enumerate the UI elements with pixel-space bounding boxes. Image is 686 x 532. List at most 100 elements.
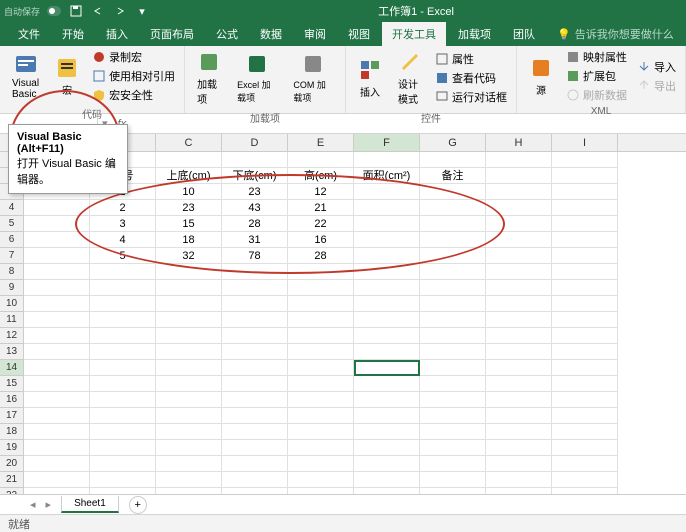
map-props-button[interactable]: 映射属性 <box>563 48 630 66</box>
cell-G6[interactable] <box>420 232 486 248</box>
view-code-button[interactable]: 查看代码 <box>432 69 510 87</box>
cell-I4[interactable] <box>552 200 618 216</box>
tab-data[interactable]: 数据 <box>250 22 292 46</box>
cell-H6[interactable] <box>486 232 552 248</box>
cell-H2[interactable] <box>486 168 552 184</box>
cell-I16[interactable] <box>552 392 618 408</box>
undo-icon[interactable] <box>90 3 106 19</box>
col-header-H[interactable]: H <box>486 134 552 151</box>
cell-A9[interactable] <box>24 280 90 296</box>
cell-D1[interactable] <box>222 152 288 168</box>
tab-insert[interactable]: 插入 <box>96 22 138 46</box>
cell-H10[interactable] <box>486 296 552 312</box>
cell-I9[interactable] <box>552 280 618 296</box>
cell-F15[interactable] <box>354 376 420 392</box>
cell-D13[interactable] <box>222 344 288 360</box>
cell-H4[interactable] <box>486 200 552 216</box>
cell-E3[interactable]: 12 <box>288 184 354 200</box>
cell-C6[interactable]: 18 <box>156 232 222 248</box>
tab-developer[interactable]: 开发工具 <box>382 22 446 46</box>
cell-F20[interactable] <box>354 456 420 472</box>
cell-A4[interactable] <box>24 200 90 216</box>
row-header[interactable]: 11 <box>0 312 24 328</box>
cell-E5[interactable]: 22 <box>288 216 354 232</box>
cell-G11[interactable] <box>420 312 486 328</box>
cell-A21[interactable] <box>24 472 90 488</box>
tab-home[interactable]: 开始 <box>52 22 94 46</box>
cell-E11[interactable] <box>288 312 354 328</box>
visual-basic-button[interactable]: Visual Basic <box>6 48 45 104</box>
cell-H15[interactable] <box>486 376 552 392</box>
cell-E21[interactable] <box>288 472 354 488</box>
properties-button[interactable]: 属性 <box>432 50 510 68</box>
cell-I10[interactable] <box>552 296 618 312</box>
cell-C4[interactable]: 23 <box>156 200 222 216</box>
cell-I8[interactable] <box>552 264 618 280</box>
cell-B4[interactable]: 2 <box>90 200 156 216</box>
add-sheet-button[interactable]: + <box>129 496 147 514</box>
sheet-nav-prev-icon[interactable]: ◂ <box>30 498 36 511</box>
tab-addins[interactable]: 加载项 <box>448 22 501 46</box>
cell-H3[interactable] <box>486 184 552 200</box>
col-header-G[interactable]: G <box>420 134 486 151</box>
cell-G14[interactable] <box>420 360 486 376</box>
col-header-F[interactable]: F <box>354 134 420 151</box>
cell-C17[interactable] <box>156 408 222 424</box>
col-header-D[interactable]: D <box>222 134 288 151</box>
macro-security-button[interactable]: 宏安全性 <box>89 86 178 104</box>
cell-D3[interactable]: 23 <box>222 184 288 200</box>
cell-B19[interactable] <box>90 440 156 456</box>
cell-G16[interactable] <box>420 392 486 408</box>
cell-B16[interactable] <box>90 392 156 408</box>
cell-C10[interactable] <box>156 296 222 312</box>
tab-formulas[interactable]: 公式 <box>206 22 248 46</box>
cell-A12[interactable] <box>24 328 90 344</box>
relative-ref-button[interactable]: 使用相对引用 <box>89 67 178 85</box>
cell-C21[interactable] <box>156 472 222 488</box>
cell-F11[interactable] <box>354 312 420 328</box>
cell-G1[interactable] <box>420 152 486 168</box>
cell-F14[interactable] <box>354 360 420 376</box>
cell-C13[interactable] <box>156 344 222 360</box>
cell-A8[interactable] <box>24 264 90 280</box>
cell-D9[interactable] <box>222 280 288 296</box>
cell-F2[interactable]: 面积(cm²) <box>354 168 420 184</box>
cell-B17[interactable] <box>90 408 156 424</box>
cell-B10[interactable] <box>90 296 156 312</box>
cell-E13[interactable] <box>288 344 354 360</box>
row-header[interactable]: 5 <box>0 216 24 232</box>
cell-A17[interactable] <box>24 408 90 424</box>
cell-H19[interactable] <box>486 440 552 456</box>
cell-G17[interactable] <box>420 408 486 424</box>
cell-B7[interactable]: 5 <box>90 248 156 264</box>
cell-D16[interactable] <box>222 392 288 408</box>
cell-C5[interactable]: 15 <box>156 216 222 232</box>
cell-A16[interactable] <box>24 392 90 408</box>
redo-icon[interactable] <box>112 3 128 19</box>
cell-G3[interactable] <box>420 184 486 200</box>
cell-D5[interactable]: 28 <box>222 216 288 232</box>
xml-import-button[interactable]: 导入 <box>634 58 679 76</box>
cell-B14[interactable] <box>90 360 156 376</box>
cell-I19[interactable] <box>552 440 618 456</box>
cell-H11[interactable] <box>486 312 552 328</box>
cell-C1[interactable] <box>156 152 222 168</box>
com-addins-button[interactable]: COM 加载项 <box>287 48 339 108</box>
cell-A11[interactable] <box>24 312 90 328</box>
tab-file[interactable]: 文件 <box>8 22 50 46</box>
cell-I17[interactable] <box>552 408 618 424</box>
cell-I13[interactable] <box>552 344 618 360</box>
cell-E19[interactable] <box>288 440 354 456</box>
cell-G4[interactable] <box>420 200 486 216</box>
save-icon[interactable] <box>68 3 84 19</box>
row-header[interactable]: 9 <box>0 280 24 296</box>
cell-A7[interactable] <box>24 248 90 264</box>
row-header[interactable]: 8 <box>0 264 24 280</box>
row-header[interactable]: 6 <box>0 232 24 248</box>
cell-B12[interactable] <box>90 328 156 344</box>
xml-source-button[interactable]: 源 <box>523 48 559 104</box>
cell-A5[interactable] <box>24 216 90 232</box>
cell-H5[interactable] <box>486 216 552 232</box>
cell-E4[interactable]: 21 <box>288 200 354 216</box>
cell-D7[interactable]: 78 <box>222 248 288 264</box>
